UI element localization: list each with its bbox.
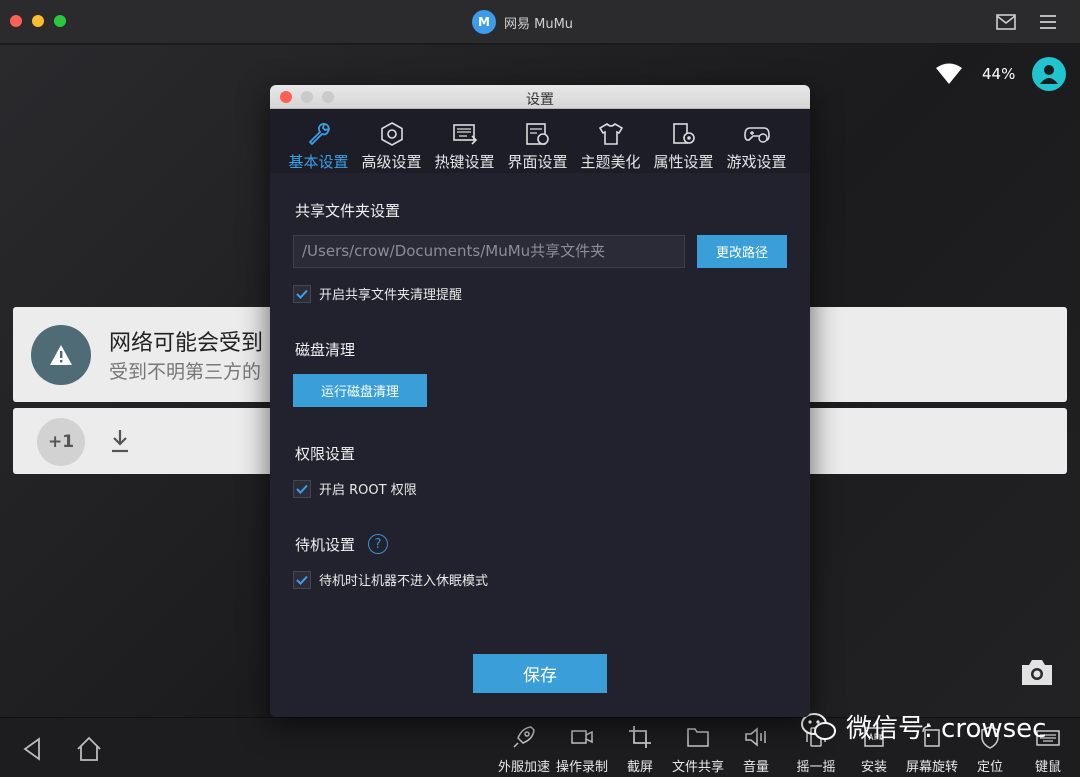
gamepad-icon (743, 127, 770, 143)
device-settings-icon (672, 123, 695, 144)
no-sleep-checkbox-row[interactable]: 待机时让机器不进入休眠模式 (293, 570, 488, 589)
wrench-icon (308, 122, 330, 146)
tab-label: 主题美化 (580, 153, 641, 171)
home-icon[interactable] (76, 736, 102, 762)
tab-game-settings[interactable]: 游戏设置 (720, 109, 793, 173)
tab-advanced-settings[interactable]: 高级设置 (355, 109, 428, 173)
watermark-text: 微信号: crowsec (846, 714, 1047, 744)
folder-icon (687, 728, 709, 747)
user-avatar-icon[interactable] (1032, 57, 1066, 91)
dialog-title: 设置 (526, 92, 554, 108)
warning-icon (31, 325, 91, 385)
dialog-titlebar: 设置 (270, 85, 810, 109)
cleanup-reminder-checkbox[interactable] (293, 284, 311, 303)
tool-volume[interactable]: 音量 (726, 724, 786, 777)
tool-label: 音量 (742, 760, 769, 775)
tool-label: 键鼠 (1034, 760, 1061, 775)
back-icon[interactable] (20, 736, 46, 762)
settings-tabs: 基本设置 高级设置 热键设置 界面设置 主题美化 属性设置 游戏设置 (270, 109, 810, 173)
tab-property-settings[interactable]: 属性设置 (647, 109, 720, 173)
tab-basic-settings[interactable]: 基本设置 (282, 109, 355, 173)
check-icon (296, 289, 308, 299)
standby-title: 待机设置 (295, 536, 356, 554)
shared-folder-title: 共享文件夹设置 (295, 202, 401, 220)
root-checkbox[interactable] (293, 479, 311, 498)
shared-folder-path-field[interactable]: /Users/crow/Documents/MuMu共享文件夹 (293, 235, 685, 268)
disk-cleanup-title: 磁盘清理 (295, 341, 356, 359)
help-icon[interactable]: ? (368, 534, 388, 554)
menu-icon[interactable] (1036, 10, 1060, 34)
notice-subtitle: 受到不明第三方的 (109, 361, 262, 383)
tab-theme[interactable]: 主题美化 (574, 109, 647, 173)
check-icon (296, 484, 308, 494)
tool-screenshot[interactable]: 截屏 (610, 724, 670, 777)
no-sleep-label: 待机时让机器不进入休眠模式 (319, 574, 489, 589)
settings-content: 共享文件夹设置 /Users/crow/Documents/MuMu共享文件夹 … (270, 173, 810, 717)
no-sleep-checkbox[interactable] (293, 570, 311, 589)
tool-label: 摇一摇 (796, 760, 836, 775)
video-record-icon (571, 730, 593, 744)
mumu-logo-icon: M (472, 10, 496, 34)
mail-icon[interactable] (994, 10, 1018, 34)
download-icon[interactable] (109, 428, 131, 454)
cleanup-reminder-checkbox-row[interactable]: 开启共享文件夹清理提醒 (293, 284, 462, 303)
window-close-button[interactable] (10, 15, 22, 27)
tool-label: 外服加速 (497, 760, 550, 775)
keyboard-icon (452, 124, 477, 145)
tool-file-share[interactable]: 文件共享 (668, 724, 728, 777)
app-title: M 网易 MuMu (472, 9, 573, 35)
wechat-watermark: 微信号: crowsec (800, 708, 1046, 745)
tab-interface-settings[interactable]: 界面设置 (501, 109, 574, 173)
battery-percent: 44% (982, 65, 1016, 83)
permissions-title: 权限设置 (295, 445, 356, 463)
settings-dialog: 设置 基本设置 高级设置 热键设置 界面设置 主题美化 属性设置 游戏设置 共享… (270, 85, 810, 717)
crop-icon (629, 726, 651, 748)
notice-title: 网络可能会受到 (109, 331, 264, 356)
run-disk-cleanup-button[interactable]: 运行磁盘清理 (293, 374, 427, 407)
screen-settings-icon (525, 123, 549, 145)
plus-one-button[interactable]: +1 (37, 418, 85, 466)
tab-label: 高级设置 (361, 153, 422, 171)
tshirt-icon (598, 123, 623, 145)
check-icon (296, 575, 308, 585)
tab-label: 界面设置 (507, 153, 568, 171)
tool-label: 操作录制 (555, 760, 608, 775)
tool-label: 文件共享 (671, 760, 724, 775)
root-label: 开启 ROOT 权限 (319, 483, 417, 498)
rocket-icon (513, 726, 535, 748)
tool-label: 安装 (860, 760, 887, 775)
cleanup-reminder-label: 开启共享文件夹清理提醒 (319, 288, 463, 303)
tool-record[interactable]: 操作录制 (552, 724, 612, 777)
window-titlebar: M 网易 MuMu (0, 0, 1080, 44)
tab-label: 基本设置 (288, 153, 349, 171)
tab-label: 游戏设置 (726, 153, 787, 171)
wifi-icon (936, 63, 962, 84)
volume-icon (745, 727, 766, 747)
tab-label: 属性设置 (653, 153, 714, 171)
window-zoom-button[interactable] (54, 15, 66, 27)
app-title-text: 网易 MuMu (504, 16, 574, 32)
tool-label: 定位 (976, 760, 1003, 775)
tool-label: 截屏 (626, 760, 653, 775)
hexagon-nut-icon (380, 122, 403, 146)
tab-hotkey-settings[interactable]: 热键设置 (428, 109, 501, 173)
window-minimize-button[interactable] (32, 15, 44, 27)
camera-icon[interactable] (1020, 657, 1054, 687)
tab-label: 热键设置 (434, 153, 495, 171)
save-button[interactable]: 保存 (473, 654, 607, 693)
tool-label: 屏幕旋转 (905, 760, 958, 775)
tool-accelerator[interactable]: 外服加速 (494, 724, 554, 777)
change-path-button[interactable]: 更改路径 (697, 235, 787, 268)
root-checkbox-row[interactable]: 开启 ROOT 权限 (293, 479, 417, 498)
